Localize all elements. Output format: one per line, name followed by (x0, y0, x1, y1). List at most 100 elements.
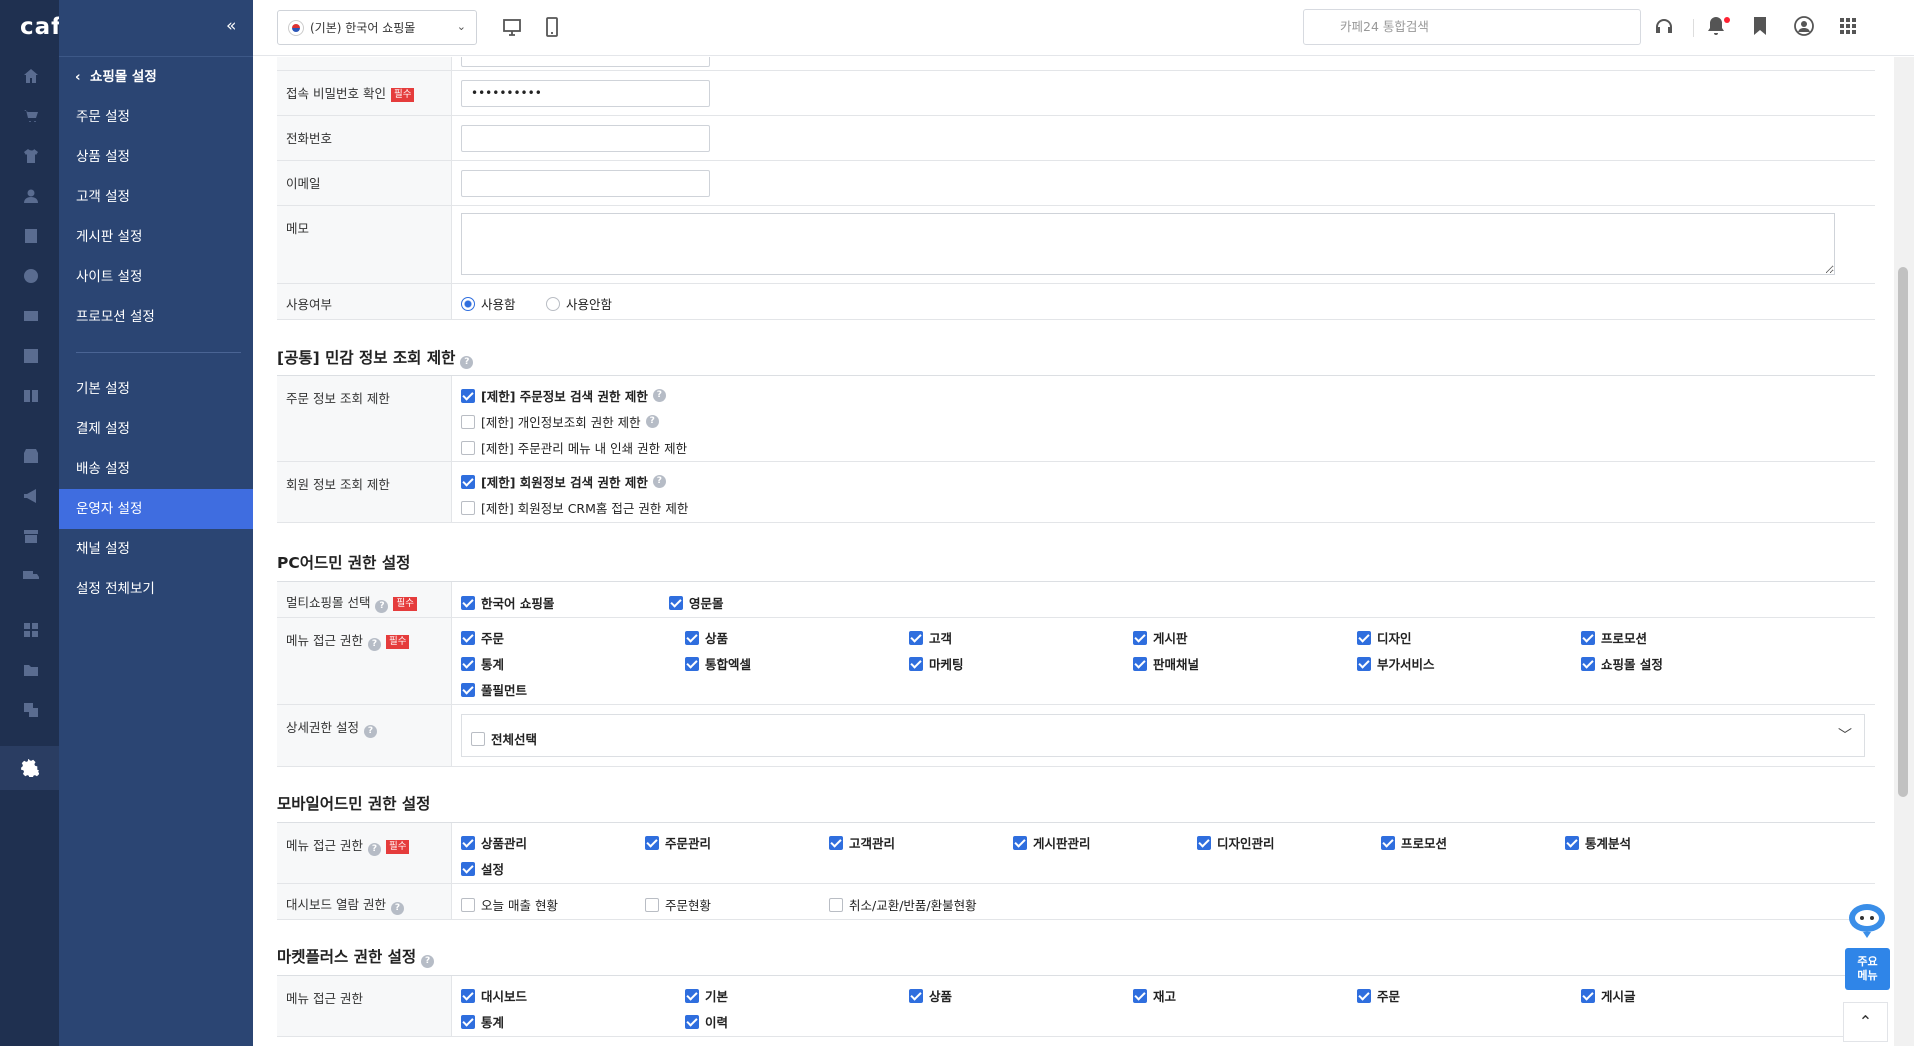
dash-today-sales-checkbox[interactable]: 오늘 매출 현황 (461, 895, 558, 914)
search-input[interactable]: 카페24 통합검색 (1303, 9, 1641, 45)
desktop-view-icon[interactable] (501, 16, 523, 38)
memo-textarea[interactable] (461, 213, 1835, 275)
market-dashboard-checkbox[interactable]: 대시보드 (461, 986, 527, 1005)
store-icon[interactable] (21, 446, 41, 466)
sidebar-item-product[interactable]: 상품 설정 (59, 137, 253, 177)
mobile-menu-customer-checkbox[interactable]: 고객관리 (829, 833, 895, 852)
market-basic-checkbox[interactable]: 기본 (685, 986, 728, 1005)
help-icon[interactable]: ? (652, 475, 666, 488)
sidebar-item-all-settings[interactable]: 설정 전체보기 (59, 569, 253, 609)
headset-icon[interactable] (1653, 15, 1677, 39)
help-icon[interactable]: ? (645, 415, 659, 428)
market-stock-checkbox[interactable]: 재고 (1133, 986, 1176, 1005)
account-icon[interactable] (1793, 15, 1817, 39)
chevron-down-icon[interactable]: ﹀ (1838, 725, 1852, 745)
mobile-menu-promotion-checkbox[interactable]: 프로모션 (1381, 833, 1447, 852)
mobile-menu-design-checkbox[interactable]: 디자인관리 (1197, 833, 1275, 852)
sidebar-item-operator[interactable]: 운영자 설정 (59, 489, 253, 529)
pc-menu-marketing-checkbox[interactable]: 마케팅 (909, 654, 964, 673)
help-icon[interactable]: ? (363, 725, 377, 738)
dash-cancel-status-checkbox[interactable]: 취소/교환/반품/환불현황 (829, 895, 977, 914)
sidebar-item-board[interactable]: 게시판 설정 (59, 217, 253, 257)
pc-menu-channel-checkbox[interactable]: 판매채널 (1133, 654, 1199, 673)
cart-icon[interactable] (21, 106, 41, 126)
email-input[interactable] (461, 170, 710, 197)
palette-icon[interactable] (21, 266, 41, 286)
board-icon[interactable] (21, 226, 41, 246)
shirt-icon[interactable] (21, 146, 41, 166)
truck-icon[interactable] (21, 566, 41, 586)
pc-menu-board-checkbox[interactable]: 게시판 (1133, 628, 1188, 647)
quick-menu-button[interactable]: 주요 메뉴 (1845, 948, 1890, 990)
member-search-restrict-checkbox[interactable]: [제한] 회원정보 검색 권한 제한? (461, 472, 666, 491)
detail-permission-dropdown[interactable]: 전체선택 ﹀ (461, 714, 1865, 757)
help-icon[interactable]: ? (652, 389, 666, 402)
use-yes-radio[interactable]: 사용함 (461, 294, 516, 313)
sidebar-item-order[interactable]: 주문 설정 (59, 97, 253, 137)
sidebar-back-shop-settings[interactable]: ‹ 쇼핑몰 설정 (59, 57, 253, 97)
help-icon[interactable]: ? (367, 638, 381, 651)
mobile-menu-board-checkbox[interactable]: 게시판관리 (1013, 833, 1091, 852)
pc-menu-order-checkbox[interactable]: 주문 (461, 628, 504, 647)
sidebar-item-shipping[interactable]: 배송 설정 (59, 449, 253, 489)
market-history-checkbox[interactable]: 이력 (685, 1012, 728, 1031)
home-icon[interactable] (21, 66, 41, 86)
apps-icon[interactable] (21, 620, 41, 640)
mobile-menu-settings-checkbox[interactable]: 설정 (461, 859, 504, 878)
pc-menu-stats-checkbox[interactable]: 통계 (461, 654, 504, 673)
pc-menu-excel-checkbox[interactable]: 통합엑셀 (685, 654, 751, 673)
pc-menu-design-checkbox[interactable]: 디자인 (1357, 628, 1412, 647)
personal-info-restrict-checkbox[interactable]: [제한] 개인정보조회 권한 제한? (461, 412, 659, 431)
english-mall-checkbox[interactable]: 영문몰 (669, 593, 724, 612)
pc-menu-promotion-checkbox[interactable]: 프로모션 (1581, 628, 1647, 647)
promotion-icon[interactable] (21, 306, 41, 326)
mobile-view-icon[interactable] (541, 16, 563, 38)
use-no-radio[interactable]: 사용안함 (546, 294, 612, 313)
folder-icon[interactable] (21, 660, 41, 680)
shop-icon[interactable] (21, 526, 41, 546)
market-product-checkbox[interactable]: 상품 (909, 986, 952, 1005)
user-icon[interactable] (21, 186, 41, 206)
password-input[interactable] (461, 57, 710, 67)
pc-menu-fulfillment-checkbox[interactable]: 풀필먼트 (461, 680, 527, 699)
help-icon[interactable]: ? (460, 356, 474, 369)
help-icon[interactable]: ? (390, 902, 404, 915)
pc-menu-shop-settings-checkbox[interactable]: 쇼핑몰 설정 (1581, 654, 1663, 673)
order-print-restrict-checkbox[interactable]: [제한] 주문관리 메뉴 내 인쇄 권한 제한 (461, 438, 687, 457)
copy-icon[interactable] (21, 700, 41, 720)
app-grid-icon[interactable] (1837, 15, 1861, 39)
settings-gear-icon[interactable] (0, 746, 59, 790)
pc-menu-customer-checkbox[interactable]: 고객 (909, 628, 952, 647)
help-icon[interactable]: ? (367, 843, 381, 856)
sidebar-item-customer[interactable]: 고객 설정 (59, 177, 253, 217)
scrollbar-thumb[interactable] (1898, 267, 1908, 797)
book-icon[interactable] (21, 386, 41, 406)
bookmark-icon[interactable] (1749, 15, 1773, 39)
member-crm-restrict-checkbox[interactable]: [제한] 회원정보 CRM홈 접근 권한 제한 (461, 498, 688, 517)
help-icon[interactable]: ? (375, 600, 389, 613)
page-scrollbar[interactable] (1894, 57, 1914, 1046)
pc-menu-addon-checkbox[interactable]: 부가서비스 (1357, 654, 1435, 673)
mobile-menu-product-checkbox[interactable]: 상품관리 (461, 833, 527, 852)
pc-menu-product-checkbox[interactable]: 상품 (685, 628, 728, 647)
sidebar-item-channel[interactable]: 채널 설정 (59, 529, 253, 569)
sidebar-item-basic[interactable]: 기본 설정 (59, 369, 253, 409)
dash-order-status-checkbox[interactable]: 주문현황 (645, 895, 711, 914)
sidebar-item-site[interactable]: 사이트 설정 (59, 257, 253, 297)
megaphone-icon[interactable] (21, 486, 41, 506)
help-icon[interactable]: ? (421, 955, 435, 968)
mobile-menu-order-checkbox[interactable]: 주문관리 (645, 833, 711, 852)
sidebar-item-payment[interactable]: 결제 설정 (59, 409, 253, 449)
market-post-checkbox[interactable]: 게시글 (1581, 986, 1636, 1005)
scroll-top-button[interactable]: ⌃ (1843, 1002, 1888, 1042)
sidebar-item-promotion[interactable]: 프로모션 설정 (59, 297, 253, 337)
chatbot-icon[interactable] (1845, 900, 1889, 940)
market-stats-checkbox[interactable]: 통계 (461, 1012, 504, 1031)
select-all-checkbox[interactable]: 전체선택 (471, 729, 537, 748)
stats-icon[interactable] (21, 346, 41, 366)
mall-select[interactable]: (기본) 한국어 쇼핑몰 ⌄ (277, 10, 477, 45)
korean-mall-checkbox[interactable]: 한국어 쇼핑몰 (461, 593, 554, 612)
mobile-menu-stats-checkbox[interactable]: 통계분석 (1565, 833, 1631, 852)
collapse-sidebar-button[interactable]: « (226, 16, 236, 36)
market-order-checkbox[interactable]: 주문 (1357, 986, 1400, 1005)
